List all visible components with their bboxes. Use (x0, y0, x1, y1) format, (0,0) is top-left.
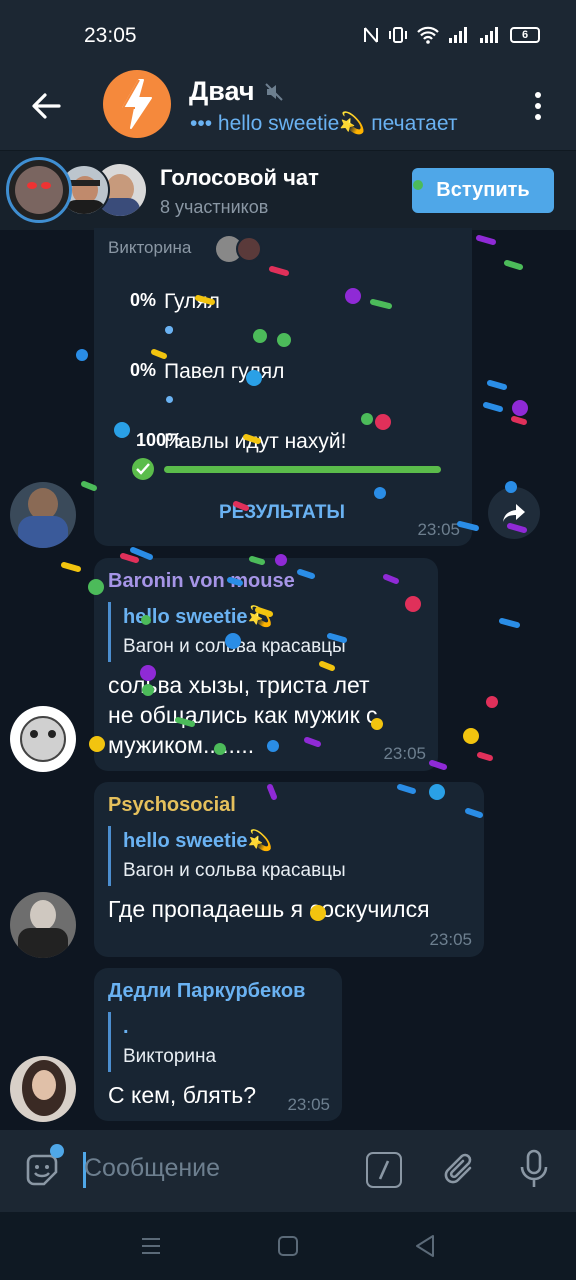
message-bubble: Дедли Паркурбеков . Викторина С кем, бля… (94, 968, 342, 1121)
poll-option-text: Павел гулял (164, 360, 285, 383)
sender-name[interactable]: Psychosocial (108, 794, 236, 817)
message-input-bar: Сообщение (0, 1130, 576, 1212)
message-text-line: сольва хызы, триста лет (108, 672, 370, 698)
lightning-logo-icon (121, 79, 152, 129)
poll-type-label: Викторина (108, 238, 192, 257)
dot-icon (535, 92, 541, 98)
voice-avatar-speaking (6, 157, 72, 223)
arrow-left-icon (32, 93, 61, 119)
sender-name[interactable]: Дедли Паркурбеков (108, 980, 305, 1003)
message-text-line: Где пропадаешь я соскучился (108, 896, 430, 922)
reply-quote[interactable]: hello sweetie💫 Вагон и сольва красавцы (108, 602, 346, 662)
battery-icon: 6 (510, 27, 540, 43)
status-time: 23:05 (84, 24, 137, 47)
nfc-icon (364, 27, 378, 43)
chat-title[interactable]: Двач (189, 76, 255, 107)
poll-option-percent: 0% (129, 290, 156, 310)
back-button[interactable] (26, 86, 66, 126)
reply-sender: hello sweetie💫 (123, 606, 273, 628)
sender-name[interactable]: Baronin von mouse (108, 570, 295, 593)
message-time: 23:05 (417, 520, 460, 539)
message-time: 23:05 (429, 930, 472, 949)
vibrate-icon (389, 27, 407, 43)
reply-sender: . (123, 1016, 129, 1038)
message-input[interactable]: Сообщение (84, 1154, 220, 1183)
more-menu-button[interactable] (526, 86, 550, 126)
message-text: С кем, блять? (108, 1080, 256, 1110)
signal-icon-2 (480, 27, 498, 43)
triangle-back-icon (416, 1235, 434, 1257)
reply-text: Вагон и сольва красавцы (123, 636, 346, 657)
message-bubble: Psychosocial hello sweetie💫 Вагон и соль… (94, 782, 484, 957)
emoji-button[interactable] (24, 1144, 64, 1188)
voice-chat-bar[interactable]: Голосовой чат 8 участников Вступить (0, 150, 576, 230)
microphone-icon (520, 1149, 548, 1187)
mute-icon (265, 83, 283, 101)
poll-message: Викторина 0% Гулял 0% Павел гулял 100% П… (94, 228, 472, 546)
battery-level: 6 (521, 29, 529, 41)
share-arrow-icon (503, 504, 525, 522)
paperclip-icon (444, 1153, 472, 1184)
poll-option-bar (166, 326, 173, 333)
reply-text: Викторина (123, 1046, 217, 1067)
user-avatar[interactable] (10, 706, 76, 772)
message-bubble: Baronin von mouse hello sweetie💫 Вагон и… (94, 558, 438, 771)
reply-quote[interactable]: . Викторина (108, 1012, 216, 1072)
poll-option-text: Гулял (164, 290, 220, 313)
join-voice-chat-button[interactable]: Вступить (412, 168, 554, 213)
status-icons: 6 (363, 26, 540, 44)
dot-icon (535, 114, 541, 120)
home-button[interactable] (278, 1236, 298, 1256)
wifi-icon (417, 26, 439, 44)
message-text-line: не общались как мужик с (108, 702, 378, 728)
message-text: Где пропадаешь я соскучился (108, 894, 430, 924)
recents-button[interactable] (140, 1236, 162, 1261)
voice-chat-participants: 8 участников (160, 197, 269, 217)
message-text-line: мужиком........ (108, 732, 255, 758)
system-nav-bar (0, 1212, 576, 1280)
user-avatar[interactable] (10, 482, 76, 548)
reply-quote[interactable]: hello sweetie💫 Вагон и сольва красавцы (108, 826, 346, 886)
back-nav-button[interactable] (414, 1234, 436, 1263)
message-text-line: С кем, блять? (108, 1082, 257, 1108)
screen: 23:05 6 Двач ••• hello sweetie💫 печатает (0, 0, 576, 1280)
poll-option-bar (164, 466, 441, 473)
status-bar: 23:05 6 (0, 0, 576, 62)
reply-sender: hello sweetie💫 (123, 830, 273, 852)
menu-lines-icon (142, 1238, 160, 1254)
message-time: 23:05 (383, 744, 426, 763)
reply-text: Вагон и сольва красавцы (123, 860, 346, 881)
voice-message-button[interactable] (518, 1148, 550, 1195)
message-time: 23:05 (287, 1095, 330, 1114)
slash-icon (378, 1160, 390, 1180)
typing-status: ••• hello sweetie💫 печатает (190, 112, 458, 135)
poll-results-button[interactable]: РЕЗУЛЬТАТЫ (94, 502, 470, 524)
voice-chat-title: Голосовой чат (160, 165, 319, 190)
bot-command-button[interactable] (366, 1152, 402, 1188)
share-button[interactable] (488, 487, 540, 539)
message-text: сольва хызы, триста лет не общались как … (108, 670, 378, 760)
attach-button[interactable] (442, 1150, 478, 1195)
dot-icon (535, 103, 541, 109)
poll-option-text: Павлы идут нахуй! (164, 430, 347, 453)
chat-header: Двач ••• hello sweetie💫 печатает (0, 62, 576, 150)
poll-option-bar (166, 396, 173, 403)
poll-voters-avatars (216, 236, 264, 262)
check-icon (132, 458, 154, 480)
user-avatar[interactable] (10, 1056, 76, 1122)
chat-avatar[interactable] (103, 70, 171, 138)
notification-dot (50, 1144, 64, 1158)
signal-icon (449, 27, 467, 43)
poll-option-percent: 0% (129, 360, 156, 380)
user-avatar[interactable] (10, 892, 76, 958)
